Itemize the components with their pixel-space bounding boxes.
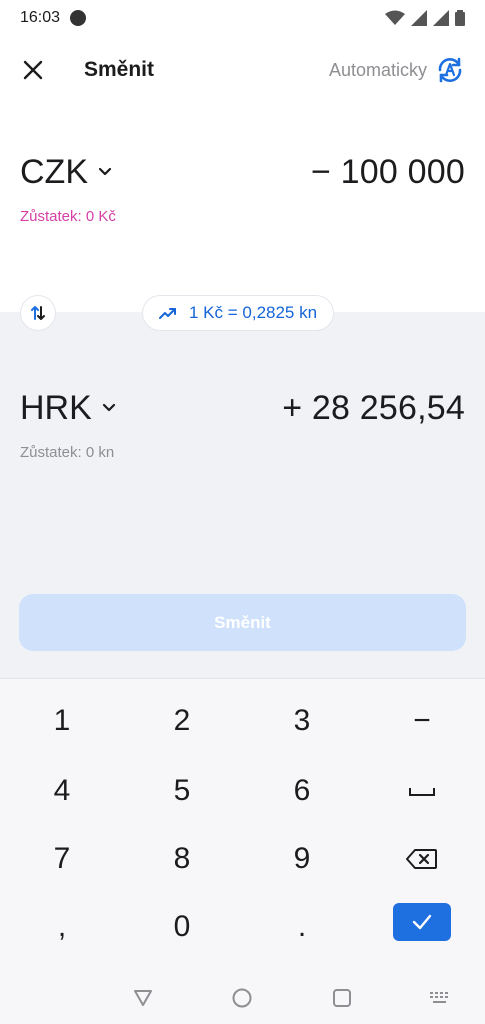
key-9[interactable]: 9 [242, 825, 362, 893]
trend-up-icon [159, 308, 176, 319]
from-currency-selector[interactable]: CZK [20, 153, 112, 192]
to-currency-code: HRK [20, 388, 92, 427]
status-time: 16:03 [20, 9, 61, 26]
from-currency-code: CZK [20, 152, 88, 191]
key-6[interactable]: 6 [242, 757, 362, 825]
key-backspace[interactable] [362, 825, 482, 893]
key-2[interactable]: 2 [122, 687, 242, 755]
from-currency-section: CZK − 100 000 Zůstatek: 0 Kč [0, 140, 485, 312]
wifi-icon [385, 10, 405, 25]
key-7[interactable]: 7 [2, 825, 122, 893]
page-title: Směnit [84, 58, 155, 81]
confirm-key[interactable] [393, 903, 451, 941]
to-currency-row: HRK + 28 256,54 [20, 376, 465, 440]
system-nav-bar [0, 974, 485, 1024]
from-amount-input[interactable]: − 100 000 [311, 153, 465, 192]
backspace-icon [406, 849, 437, 869]
to-currency-selector[interactable]: HRK [20, 389, 116, 428]
from-balance: Zůstatek: 0 Kč [20, 208, 116, 225]
key-0[interactable]: 0 [122, 893, 242, 961]
keyboard-icon [430, 992, 448, 1003]
exchange-button[interactable]: Směnit [19, 594, 466, 651]
from-currency-row: CZK − 100 000 [20, 140, 465, 204]
exchange-rate-pill[interactable]: 1 Kč = 0,2825 kn [142, 295, 335, 331]
check-icon [412, 914, 432, 930]
key-minus[interactable]: − [362, 687, 482, 755]
key-3[interactable]: 3 [242, 687, 362, 755]
close-icon [23, 60, 43, 80]
key-comma[interactable]: , [2, 893, 122, 961]
key-dot[interactable]: . [242, 893, 362, 961]
key-5[interactable]: 5 [122, 757, 242, 825]
battery-icon [455, 10, 465, 26]
auto-exchange-toggle[interactable]: Automaticky [329, 55, 465, 85]
nav-recents-button[interactable] [328, 984, 356, 1012]
header: Směnit Automaticky [0, 36, 485, 104]
auto-exchange-icon [438, 57, 462, 83]
signal-icon [411, 10, 427, 26]
signal-secondary-icon [433, 10, 449, 26]
swap-currencies-button[interactable] [20, 295, 56, 331]
swap-arrows-icon [31, 306, 45, 320]
numeric-keypad: 1 2 3 − 4 5 6 7 8 9 , 0 . [0, 678, 485, 974]
status-icons [385, 10, 465, 26]
key-1[interactable]: 1 [2, 687, 122, 755]
chevron-down-icon [98, 167, 112, 176]
key-space[interactable] [362, 757, 482, 825]
spotify-icon [70, 10, 87, 26]
close-button[interactable] [20, 57, 46, 83]
home-circle-icon [232, 988, 252, 1008]
back-triangle-icon [134, 990, 152, 1006]
recents-square-icon [333, 989, 351, 1007]
auto-exchange-label: Automaticky [328, 59, 427, 80]
nav-home-button[interactable] [228, 984, 256, 1012]
nav-back-button[interactable] [129, 984, 157, 1012]
space-icon [409, 788, 435, 796]
key-4[interactable]: 4 [2, 757, 122, 825]
exchange-rate-text: 1 Kč = 0,2825 kn [189, 303, 318, 322]
nav-keyboard-button[interactable] [426, 984, 454, 1012]
key-8[interactable]: 8 [122, 825, 242, 893]
to-currency-inner: HRK + 28 256,54 Zůstatek: 0 kn [20, 376, 465, 462]
to-balance: Zůstatek: 0 kn [20, 444, 115, 461]
to-amount-input[interactable]: + 28 256,54 [282, 389, 465, 428]
status-bar: 16:03 [0, 0, 485, 36]
chevron-down-icon [102, 403, 115, 412]
